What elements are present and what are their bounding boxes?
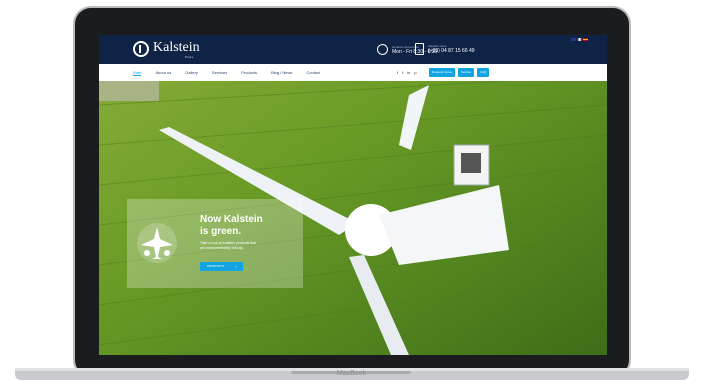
hero-title-line2: is green. xyxy=(200,226,242,237)
kalstein-logo-icon xyxy=(133,41,149,57)
flag-fr-icon[interactable] xyxy=(577,38,582,41)
nav-item-services[interactable]: Services xyxy=(212,70,227,76)
nav-item-products[interactable]: Products xyxy=(241,70,257,76)
flag-en-icon[interactable] xyxy=(571,38,576,41)
faq-button[interactable]: FAQ xyxy=(477,68,490,77)
site-header: Kalstein France Horaires d'ouverture Mon… xyxy=(99,35,607,64)
arrow-right-icon: › xyxy=(235,264,237,269)
header-buttons: Request Quote Section FAQ xyxy=(429,68,490,77)
device-brand-label: MacBook xyxy=(336,370,367,377)
clock-icon xyxy=(377,44,388,55)
logo-subtitle: France xyxy=(185,55,194,59)
linkedin-icon[interactable]: in xyxy=(407,70,410,75)
language-flags xyxy=(571,38,588,41)
hero-title-line1: Now Kalstein xyxy=(200,214,263,225)
section-button[interactable]: Section xyxy=(458,68,475,77)
phone-value: (+33) 04 87 15 66 49 xyxy=(428,48,475,54)
wind-turbine-photo xyxy=(99,35,607,355)
nav-menu: Start About us Gallery Services Products… xyxy=(133,70,320,76)
flag-es-icon[interactable] xyxy=(583,38,588,41)
social-links: f t in p xyxy=(397,70,417,75)
hero-card: Now Kalstein is green. Take a look at Ka… xyxy=(127,199,303,288)
hero-title: Now Kalstein is green. xyxy=(200,214,263,238)
phone-icon xyxy=(415,43,424,55)
nav-item-gallery[interactable]: Gallery xyxy=(185,70,198,76)
nav-item-start[interactable]: Start xyxy=(133,70,142,76)
laptop-screen: Kalstein France Horaires d'ouverture Mon… xyxy=(99,35,607,355)
request-quote-button[interactable]: Request Quote xyxy=(429,68,456,77)
twitter-icon[interactable]: t xyxy=(402,70,403,75)
nav-item-contact[interactable]: Contact xyxy=(306,70,320,76)
eco-airplane-icon xyxy=(137,223,177,263)
products-button-label: PRODUCTS xyxy=(207,264,224,268)
nav-item-about[interactable]: About us xyxy=(155,70,171,76)
pinterest-icon[interactable]: p xyxy=(414,70,416,75)
logo-text: Kalstein xyxy=(153,40,200,55)
hero-description: Take a look at Kalstein products that ar… xyxy=(200,241,257,250)
nav-item-blog[interactable]: Blog / News xyxy=(271,70,292,76)
products-button[interactable]: PRODUCTS › xyxy=(200,262,243,271)
phone-contact[interactable]: Appelez-nous (+33) 04 87 15 66 49 xyxy=(415,43,475,55)
facebook-icon[interactable]: f xyxy=(397,70,398,75)
main-navbar: Start About us Gallery Services Products… xyxy=(99,64,607,81)
